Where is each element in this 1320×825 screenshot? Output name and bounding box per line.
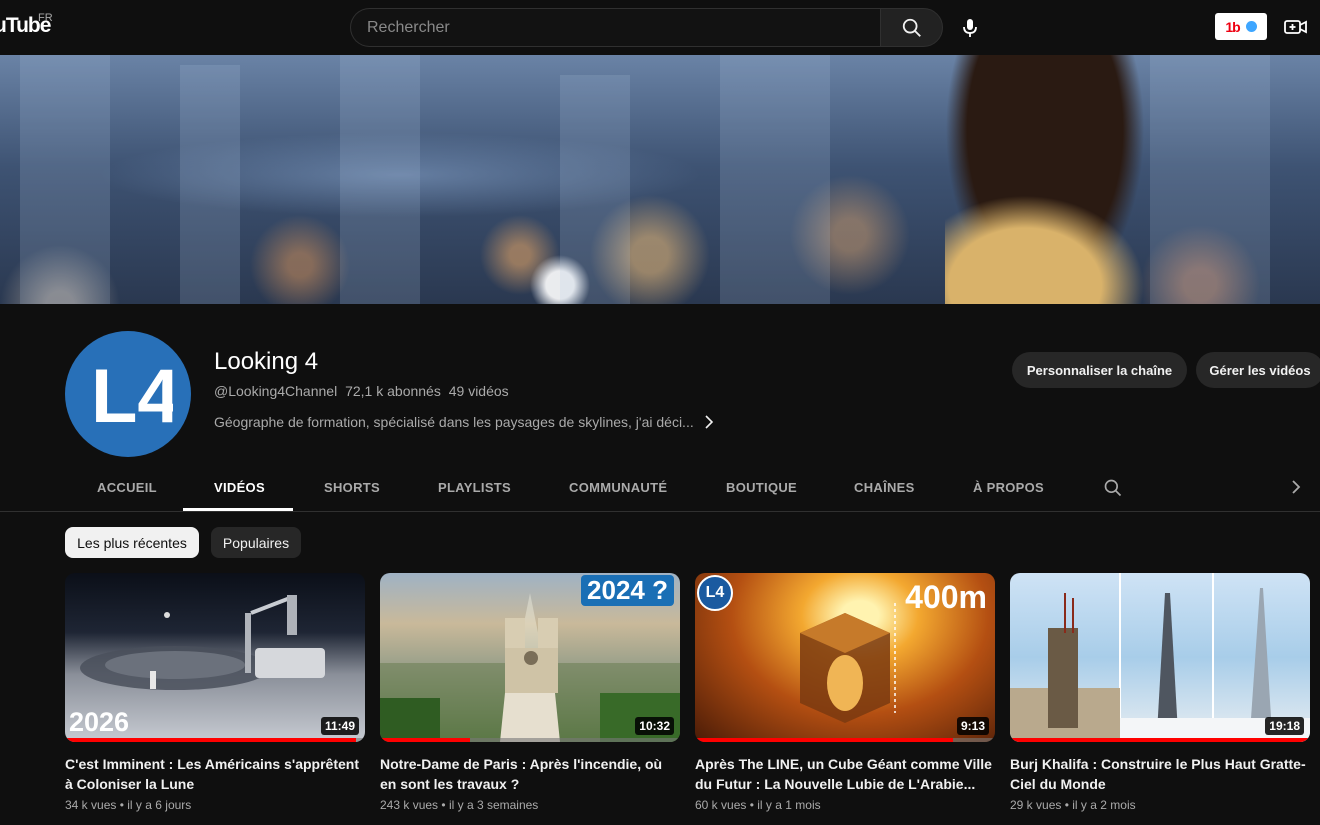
- video-duration: 10:32: [635, 717, 674, 735]
- chevron-right-icon: [705, 415, 713, 429]
- search-input[interactable]: [351, 9, 881, 46]
- search-box: [350, 8, 881, 47]
- channel-name: Looking 4: [214, 348, 319, 375]
- create-button[interactable]: [1283, 14, 1309, 40]
- thumbnail-overlay-text: 400m: [905, 579, 987, 615]
- search-icon: [1104, 479, 1122, 497]
- extension-badge-label: 1b: [1225, 18, 1240, 35]
- video-meta: 34 k vues • il y a 6 jours: [65, 798, 365, 812]
- tab-boutique[interactable]: BOUTIQUE: [726, 480, 797, 495]
- burj-khalifa-illustration: [1010, 573, 1310, 742]
- tab-accueil[interactable]: ACCUEIL: [97, 480, 157, 495]
- channel-search-button[interactable]: [1103, 478, 1123, 498]
- video-title[interactable]: Après The LINE, un Cube Géant comme Vill…: [695, 754, 995, 794]
- channel-tabs: ACCUEIL VIDÉOS SHORTS PLAYLISTS COMMUNAU…: [0, 465, 1320, 512]
- subscriber-count: 72,1 k abonnés: [345, 383, 441, 399]
- video-age: il y a 1 mois: [757, 798, 821, 812]
- active-tab-indicator: [183, 508, 293, 511]
- chevron-right-icon: [1292, 480, 1301, 494]
- manage-videos-button[interactable]: Gérer les vidéos: [1196, 352, 1320, 388]
- video-meta: 60 k vues • il y a 1 mois: [695, 798, 995, 812]
- l4-badge-icon: L4: [697, 575, 733, 611]
- tabs-scroll-right-button[interactable]: [1290, 478, 1308, 498]
- video-thumbnail[interactable]: 2024 ? 10:32: [380, 573, 680, 742]
- video-title[interactable]: Notre-Dame de Paris : Après l'incendie, …: [380, 754, 680, 794]
- tab-playlists[interactable]: PLAYLISTS: [438, 480, 511, 495]
- banner-building: [340, 55, 420, 304]
- logo-region-label: FR: [38, 12, 53, 24]
- tab-videos[interactable]: VIDÉOS: [214, 480, 265, 495]
- meta-separator: •: [1064, 798, 1069, 812]
- video-card[interactable]: 2024 ? 10:32 Notre-Dame de Paris : Après…: [380, 573, 680, 812]
- banner-building: [1150, 55, 1270, 304]
- watch-progress-bar: [1010, 738, 1310, 742]
- video-duration: 11:49: [320, 717, 359, 735]
- tab-shorts[interactable]: SHORTS: [324, 480, 380, 495]
- video-views: 34 k vues: [65, 798, 117, 812]
- video-age: il y a 2 mois: [1072, 798, 1136, 812]
- channel-description-text: Géographe de formation, spécialisé dans …: [214, 414, 694, 430]
- extension-status-dot: [1245, 21, 1257, 32]
- video-views: 243 k vues: [380, 798, 439, 812]
- video-age: il y a 6 jours: [127, 798, 192, 812]
- avatar-text: L4.: [91, 354, 173, 434]
- video-duration: 9:13: [956, 717, 989, 735]
- meta-separator: •: [441, 798, 446, 812]
- microphone-icon: [963, 19, 977, 37]
- video-meta: 29 k vues • il y a 2 mois: [1010, 798, 1310, 812]
- l4-logo-icon: L4.: [91, 354, 173, 434]
- video-thumbnail[interactable]: 2026 11:49: [65, 573, 365, 742]
- tab-communaute[interactable]: COMMUNAUTÉ: [569, 480, 667, 495]
- channel-banner: instalooking: [0, 55, 1320, 304]
- video-duration: 19:18: [1265, 717, 1304, 735]
- search-button[interactable]: [880, 8, 943, 47]
- video-thumbnail[interactable]: 400m L4 9:13: [695, 573, 995, 742]
- video-title[interactable]: C'est Imminent : Les Américains s'apprêt…: [65, 754, 365, 794]
- video-card[interactable]: 2026 11:49 C'est Imminent : Les Américai…: [65, 573, 365, 812]
- video-count: 49 vidéos: [448, 383, 509, 399]
- video-card[interactable]: 19:18 Burj Khalifa : Construire le Plus …: [1010, 573, 1310, 812]
- extension-badge[interactable]: 1b: [1215, 13, 1267, 40]
- search-icon: [902, 18, 921, 37]
- tab-a-propos[interactable]: À PROPOS: [973, 480, 1044, 495]
- voice-search-button[interactable]: [952, 10, 988, 46]
- watch-progress-bar: [695, 738, 953, 742]
- thumbnail-overlay-text: 2026: [69, 707, 130, 737]
- customize-channel-button[interactable]: Personnaliser la chaîne: [1012, 352, 1187, 388]
- banner-building: [20, 55, 110, 304]
- chip-most-recent[interactable]: Les plus récentes: [65, 527, 199, 558]
- thumbnail-overlay-text: 2024 ?: [581, 575, 674, 606]
- video-card[interactable]: 400m L4 9:13 Après The LINE, un Cube Géa…: [695, 573, 995, 812]
- top-bar: uTube FR 1b: [0, 0, 1320, 55]
- channel-description[interactable]: Géographe de formation, spécialisé dans …: [214, 414, 714, 430]
- watch-progress-bar: [65, 738, 356, 742]
- banner-person-body: [945, 195, 1145, 304]
- video-thumbnail[interactable]: 19:18: [1010, 573, 1310, 742]
- banner-building: [180, 65, 240, 304]
- video-camera-plus-icon: [1284, 20, 1307, 34]
- meta-separator: •: [749, 798, 754, 812]
- banner-building: [720, 55, 830, 304]
- tab-chaines[interactable]: CHAÎNES: [854, 480, 915, 495]
- video-title[interactable]: Burj Khalifa : Construire le Plus Haut G…: [1010, 754, 1310, 794]
- video-meta: 243 k vues • il y a 3 semaines: [380, 798, 680, 812]
- watch-progress-bar: [380, 738, 470, 742]
- video-views: 29 k vues: [1010, 798, 1062, 812]
- channel-meta: @Looking4Channel 72,1 k abonnés 49 vidéo…: [214, 383, 513, 399]
- video-age: il y a 3 semaines: [448, 798, 539, 812]
- chip-popular[interactable]: Populaires: [211, 527, 301, 558]
- channel-avatar[interactable]: L4.: [65, 331, 191, 457]
- banner-building: [560, 75, 630, 304]
- video-views: 60 k vues: [695, 798, 747, 812]
- channel-handle: @Looking4Channel: [214, 383, 338, 399]
- meta-separator: •: [119, 798, 124, 812]
